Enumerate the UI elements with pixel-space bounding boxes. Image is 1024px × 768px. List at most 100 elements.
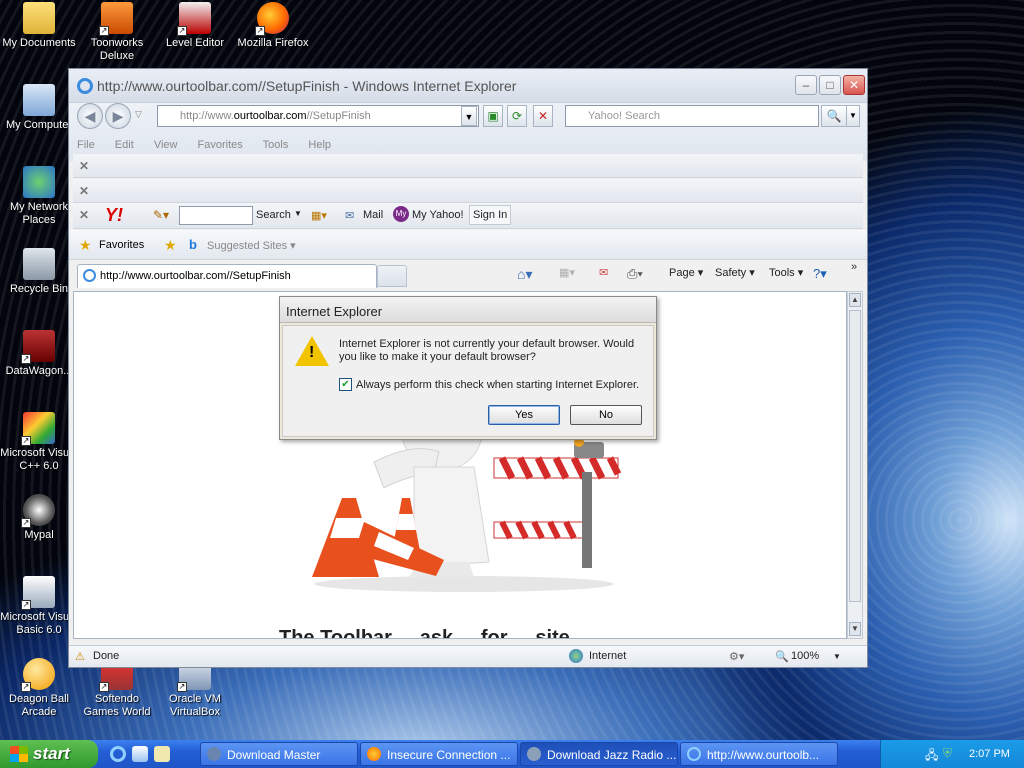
desktop-icon-my-computer[interactable]: My Computer xyxy=(0,84,78,132)
always-check-label[interactable]: Always perform this check when starting … xyxy=(356,379,639,391)
back-button[interactable]: ◀ xyxy=(77,103,103,129)
bing-icon: b xyxy=(189,237,197,252)
tab-label: http://www.ourtoolbar.com//SetupFinish xyxy=(100,270,291,282)
menu-tools[interactable]: Tools xyxy=(263,139,289,151)
sign-in-button[interactable]: Sign In xyxy=(469,205,512,225)
favorites-button[interactable]: Favorites xyxy=(99,239,144,251)
desktop-icon-firefox[interactable]: ↗ Mozilla Firefox xyxy=(234,2,312,50)
quicklaunch-ie-icon[interactable] xyxy=(110,746,126,762)
recent-pages-dropdown-icon[interactable]: ▽ xyxy=(135,109,142,120)
desktop-icon-visual-basic[interactable]: ↗ Microsoft Visual Basic 6.0 xyxy=(0,576,78,637)
tray-security-icon[interactable]: ⛨ xyxy=(943,746,952,761)
scroll-thumb[interactable] xyxy=(849,310,861,602)
desktop-icon-label: Toonworks Deluxe xyxy=(90,37,144,62)
pencil-icon[interactable]: ✎▾ xyxy=(153,208,169,222)
close-toolbar-icon[interactable]: ✕ xyxy=(79,159,89,173)
address-prefix: http://www. xyxy=(180,110,234,122)
menu-file[interactable]: File xyxy=(77,139,95,151)
close-toolbar-icon[interactable]: ✕ xyxy=(79,208,89,222)
suggested-sites-label: Suggested Sites xyxy=(207,240,288,252)
desktop-icon-network[interactable]: My Network Places xyxy=(0,166,78,227)
menu-edit[interactable]: Edit xyxy=(115,139,134,151)
close-toolbar-icon[interactable]: ✕ xyxy=(79,184,89,198)
always-check-checkbox[interactable]: ✔ xyxy=(339,378,352,391)
firefox-task-icon xyxy=(367,747,381,761)
yahoo-search-button[interactable]: Search xyxy=(256,209,291,221)
my-yahoo-link[interactable]: My Yahoo! xyxy=(412,209,464,221)
dragon-ball-icon: ↗ xyxy=(21,658,55,692)
start-button[interactable]: start xyxy=(0,740,98,768)
feeds-icon[interactable]: ▦▾ xyxy=(559,266,575,279)
read-mail-icon[interactable]: ✉ xyxy=(599,266,608,279)
ie-page-icon xyxy=(83,269,96,282)
desktop-icon-label: DataWagon... xyxy=(5,365,73,377)
forward-button[interactable]: ▶ xyxy=(105,103,131,129)
window-title: http://www.ourtoolbar.com//SetupFinish -… xyxy=(97,78,517,94)
menu-favorites[interactable]: Favorites xyxy=(198,139,243,151)
windows-flag-icon xyxy=(10,746,28,762)
tab-current[interactable]: http://www.ourtoolbar.com//SetupFinish xyxy=(77,264,377,288)
safety-menu[interactable]: Safety ▾ xyxy=(715,266,755,279)
zoom-level[interactable]: 100% xyxy=(791,650,819,662)
menu-view[interactable]: View xyxy=(154,139,178,151)
window-titlebar[interactable]: http://www.ourtoolbar.com//SetupFinish -… xyxy=(69,69,867,103)
help-icon[interactable]: ?▾ xyxy=(813,266,827,282)
search-button[interactable]: 🔍 xyxy=(821,105,847,127)
print-icon[interactable]: ⎙▾ xyxy=(627,266,643,282)
compatibility-view-button[interactable]: ▣ xyxy=(483,105,503,127)
desktop-icon-level-editor[interactable]: ↗ Level Editor xyxy=(156,2,234,50)
minimize-button[interactable]: – xyxy=(795,75,817,95)
recycle-bin-icon xyxy=(23,248,55,280)
maximize-button[interactable]: □ xyxy=(819,75,841,95)
tools-menu[interactable]: Tools ▾ xyxy=(769,266,803,279)
address-bar[interactable]: http://www.ourtoolbar.com//SetupFinish xyxy=(157,105,479,127)
taskbar-button-jazz-radio[interactable]: Download Jazz Radio ... xyxy=(520,742,678,766)
status-bar: ⚠ Done Internet ⚙▾ 🔍 100% ▼ xyxy=(69,645,867,667)
desktop-icon-mypal[interactable]: ↗ Mypal xyxy=(0,494,78,542)
add-to-favorites-icon[interactable]: ★ xyxy=(164,237,177,254)
yahoo-search-dropdown-icon[interactable]: ▼ xyxy=(294,209,302,218)
tools-menu-label: Tools xyxy=(769,267,795,279)
quicklaunch-app-icon[interactable] xyxy=(154,746,170,762)
menu-help[interactable]: Help xyxy=(308,139,331,151)
menu-bar: File Edit View Favorites Tools Help xyxy=(77,139,348,151)
zoom-dropdown-icon[interactable]: ▼ xyxy=(833,652,841,661)
desktop-icon-label: My Computer xyxy=(5,119,73,131)
search-input[interactable]: Yahoo! Search xyxy=(565,105,819,127)
yahoo-logo-icon[interactable]: Y! xyxy=(105,205,123,226)
scroll-up-icon[interactable]: ▲ xyxy=(849,293,861,307)
desktop-icon-datawagon[interactable]: ↗ DataWagon... xyxy=(0,330,78,378)
chevron-more-icon[interactable]: » xyxy=(851,261,857,273)
vertical-scrollbar[interactable]: ▲ ▼ xyxy=(847,291,863,639)
new-tab-button[interactable] xyxy=(377,265,407,287)
desktop-icon-label: Mozilla Firefox xyxy=(237,37,309,49)
protected-mode-icon[interactable]: ⚙▾ xyxy=(729,650,744,663)
no-button[interactable]: No xyxy=(570,405,642,425)
tray-network-icon[interactable]: 🖧 xyxy=(925,746,938,767)
yahoo-search-input[interactable] xyxy=(179,206,253,225)
address-dropdown-button[interactable]: ▼ xyxy=(461,106,477,126)
suggested-sites-link[interactable]: Suggested Sites ▾ xyxy=(207,239,296,252)
taskbar-button-ourtoolbar[interactable]: http://www.ourtoolb... xyxy=(680,742,838,766)
page-menu[interactable]: Page ▾ xyxy=(669,266,703,279)
desktop-icon-my-documents[interactable]: My Documents xyxy=(0,2,78,50)
home-icon[interactable]: ⌂▾ xyxy=(517,266,532,283)
taskbar-button-download-master[interactable]: Download Master xyxy=(200,742,358,766)
yes-button[interactable]: Yes xyxy=(488,405,560,425)
stop-button[interactable]: ✕ xyxy=(533,105,553,127)
desktop-icon-recycle-bin[interactable]: Recycle Bin xyxy=(0,248,78,296)
search-options-button[interactable]: ▼ xyxy=(846,105,860,127)
quicklaunch-explorer-icon[interactable] xyxy=(132,746,148,762)
desktop-icon-dragon-ball[interactable]: ↗ Deagon Ball Arcade xyxy=(0,658,78,719)
desktop-icon-toonworks[interactable]: ↗ Toonworks Deluxe xyxy=(78,2,156,63)
yahoo-mail-link[interactable]: Mail xyxy=(363,209,383,221)
taskbar-button-insecure-connection[interactable]: Insecure Connection ... xyxy=(360,742,518,766)
toolbar-row-2: ✕ xyxy=(73,179,863,203)
desktop-icon-visual-cpp[interactable]: ↗ Microsoft Visual C++ 6.0 xyxy=(0,412,78,473)
clock[interactable]: 2:07 PM xyxy=(969,748,1010,760)
taskbar-button-label: Insecure Connection ... xyxy=(387,748,511,762)
refresh-button[interactable]: ⟳ xyxy=(507,105,527,127)
scroll-down-icon[interactable]: ▼ xyxy=(849,622,861,636)
close-button[interactable]: ✕ xyxy=(843,75,865,95)
yahoo-tools-icon[interactable]: ▦▾ xyxy=(311,209,327,222)
